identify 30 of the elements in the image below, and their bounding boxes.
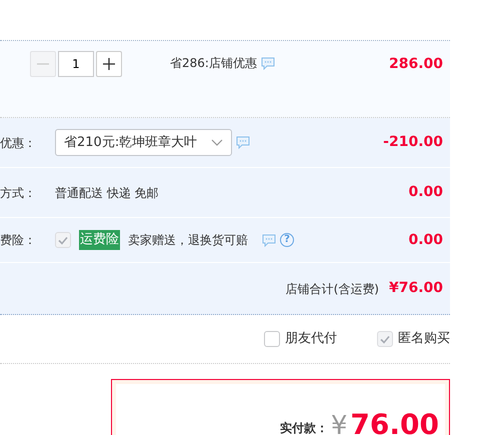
insurance-text: 卖家赠送，退换货可赔 bbox=[128, 232, 248, 249]
field-label: 优惠： bbox=[0, 134, 37, 152]
comment-icon bbox=[236, 136, 250, 149]
total-amount: ¥76.00 bbox=[388, 279, 443, 298]
delivery-text: 普通配送 快递 免邮 bbox=[55, 184, 159, 202]
amount: 0.00 bbox=[408, 183, 443, 202]
check-icon bbox=[380, 334, 390, 344]
field-label: 费险： bbox=[0, 232, 37, 249]
field-label: 方式： bbox=[0, 184, 37, 202]
payment-label: 实付款： bbox=[280, 420, 328, 435]
promo-text: 省286:店铺优惠 bbox=[170, 55, 257, 72]
option-label: 匿名购买 bbox=[398, 330, 450, 348]
plus-button[interactable] bbox=[96, 51, 122, 77]
chevron-down-icon bbox=[211, 139, 224, 146]
checkbox[interactable] bbox=[264, 331, 280, 347]
minus-icon bbox=[37, 63, 49, 65]
option-label: 朋友代付 bbox=[285, 330, 337, 348]
quantity-field[interactable]: 1 bbox=[58, 51, 94, 77]
amount: -210.00 bbox=[383, 133, 443, 152]
payment-amount: 76.00 bbox=[350, 411, 439, 435]
item-price: 286.00 bbox=[388, 55, 443, 74]
comment-icon bbox=[260, 56, 275, 70]
coupon-select[interactable]: 省210元:乾坤班章大叶 bbox=[55, 129, 232, 156]
insurance-tag: 运费险 bbox=[79, 230, 120, 250]
currency-sign: ¥ bbox=[330, 413, 348, 435]
comment-icon bbox=[262, 234, 276, 246]
amount: 0.00 bbox=[408, 230, 443, 250]
plus-icon bbox=[103, 58, 115, 70]
total-label: 店铺合计(含运费) bbox=[286, 280, 379, 298]
check-icon bbox=[58, 236, 68, 244]
